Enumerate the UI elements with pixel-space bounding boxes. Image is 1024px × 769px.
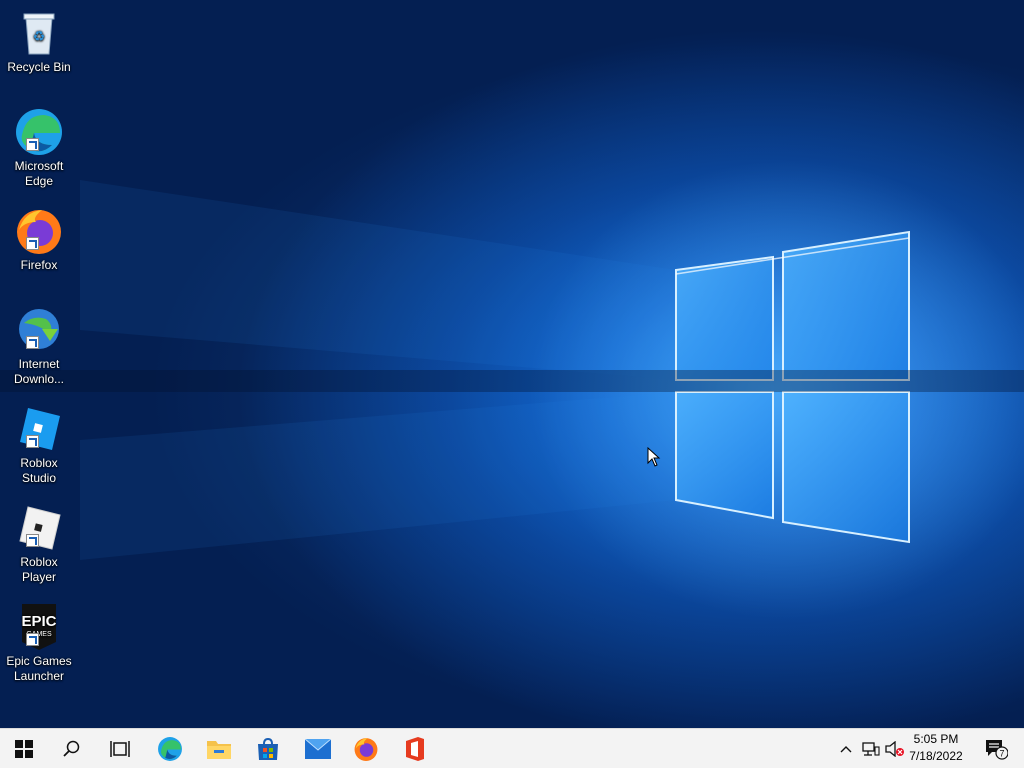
shortcut-arrow-icon bbox=[26, 633, 39, 646]
windows-logo-icon bbox=[15, 740, 33, 758]
mail-icon bbox=[305, 739, 331, 759]
shortcut-arrow-icon bbox=[26, 237, 39, 250]
shortcut-arrow-icon bbox=[26, 534, 39, 547]
mouse-cursor-icon bbox=[647, 447, 661, 467]
network-icon bbox=[862, 742, 880, 756]
taskbar-edge[interactable] bbox=[146, 729, 194, 769]
epic-games-icon: EPIC GAMES bbox=[14, 602, 64, 652]
roblox-studio-icon bbox=[14, 404, 64, 454]
volume-muted-icon bbox=[885, 741, 904, 757]
desktop-icon-microsoft-edge[interactable]: Microsoft Edge bbox=[2, 103, 76, 189]
desktop-icon-label: Roblox Player bbox=[20, 555, 58, 584]
clock-date: 7/18/2022 bbox=[909, 749, 963, 763]
roblox-player-icon bbox=[14, 503, 64, 553]
desktop-icon-label: Recycle Bin bbox=[7, 60, 71, 74]
shortcut-arrow-icon bbox=[26, 435, 39, 448]
recycle-bin-icon: ♻ bbox=[14, 8, 64, 58]
desktop-icon-epic-games-launcher[interactable]: EPIC GAMES Epic Games Launcher bbox=[2, 598, 76, 684]
desktop-icon-internet-download-manager[interactable]: Internet Downlo... bbox=[2, 301, 76, 387]
network-tray-button[interactable] bbox=[860, 729, 882, 769]
notification-count: 7 bbox=[999, 749, 1004, 759]
firefox-icon bbox=[14, 206, 64, 256]
store-icon bbox=[258, 737, 278, 760]
search-button[interactable] bbox=[48, 729, 96, 769]
clock[interactable]: 5:05 PM 7/18/2022 bbox=[906, 731, 966, 765]
desktop-icon-label: Firefox bbox=[20, 258, 58, 272]
desktop-icon-label: Epic Games Launcher bbox=[6, 654, 72, 683]
desktop-wallpaper: ♻ Recycle Bin Microsoft Edge Firefox Int… bbox=[0, 0, 1024, 728]
notification-icon: 7 bbox=[986, 740, 1008, 760]
svg-text:♻: ♻ bbox=[33, 28, 46, 44]
taskbar-store[interactable] bbox=[244, 729, 292, 769]
taskbar-office[interactable] bbox=[391, 729, 439, 769]
taskbar-file-explorer[interactable] bbox=[195, 729, 243, 769]
taskbar-firefox[interactable] bbox=[342, 729, 390, 769]
desktop-icon-firefox[interactable]: Firefox bbox=[2, 202, 76, 273]
search-icon bbox=[63, 740, 80, 757]
desktop-icon-roblox-studio[interactable]: Roblox Studio bbox=[2, 400, 76, 486]
chevron-up-icon bbox=[840, 746, 852, 753]
shortcut-arrow-icon bbox=[26, 336, 39, 349]
task-view-icon bbox=[110, 741, 130, 757]
internet-download-manager-icon bbox=[14, 305, 64, 355]
folder-icon bbox=[207, 741, 231, 759]
desktop-icon-roblox-player[interactable]: Roblox Player bbox=[2, 499, 76, 585]
office-icon bbox=[406, 737, 424, 761]
clock-time: 5:05 PM bbox=[913, 732, 959, 746]
shortcut-arrow-icon bbox=[26, 138, 39, 151]
windows-wallpaper-logo bbox=[0, 160, 1024, 620]
firefox-icon bbox=[354, 738, 378, 761]
desktop-icon-label: Roblox Studio bbox=[20, 456, 58, 485]
action-center-button[interactable]: 7 bbox=[976, 729, 1016, 769]
taskbar: 5:05 PM 7/18/2022 7 bbox=[0, 728, 1024, 768]
task-view-button[interactable] bbox=[96, 729, 144, 769]
show-hidden-icons-button[interactable] bbox=[836, 729, 856, 769]
taskbar-mail[interactable] bbox=[294, 729, 342, 769]
desktop-icon-recycle-bin[interactable]: ♻ Recycle Bin bbox=[2, 4, 76, 75]
start-button[interactable] bbox=[0, 729, 48, 769]
volume-tray-button[interactable] bbox=[884, 729, 906, 769]
edge-icon bbox=[158, 737, 182, 761]
desktop-icon-label: Internet Downlo... bbox=[13, 357, 65, 386]
svg-text:EPIC: EPIC bbox=[21, 613, 56, 630]
edge-icon bbox=[14, 107, 64, 157]
desktop-icon-label: Microsoft Edge bbox=[14, 159, 64, 188]
